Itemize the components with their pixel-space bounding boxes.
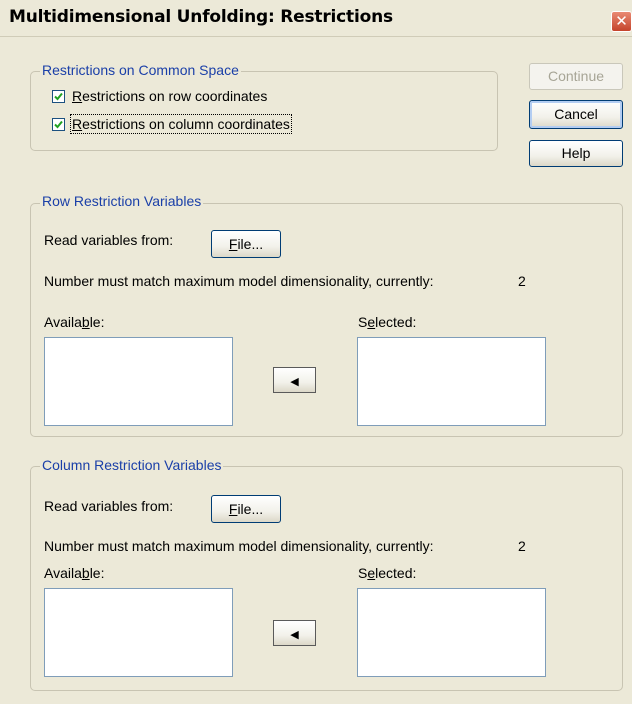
- common-space-group: [30, 71, 498, 151]
- row-restriction-legend: Row Restriction Variables: [40, 193, 204, 209]
- row-selected-label: Selected:: [358, 314, 417, 330]
- column-file-button[interactable]: File...: [211, 495, 281, 523]
- column-coordinates-checkbox[interactable]: [52, 118, 65, 131]
- column-dimensionality-text: Number must match maximum model dimensio…: [44, 538, 434, 554]
- column-selected-list[interactable]: [357, 588, 546, 677]
- column-available-label: Available:: [44, 565, 105, 581]
- window-title: Multidimensional Unfolding: Restrictions: [9, 7, 393, 27]
- row-coordinates-label-rest: estrictions on row coordinates: [82, 88, 268, 104]
- help-button[interactable]: Help: [529, 140, 623, 167]
- cancel-button[interactable]: Cancel: [529, 100, 623, 129]
- row-coordinates-label: Restrictions on row coordinates: [72, 88, 267, 104]
- row-coordinates-checkbox-row[interactable]: Restrictions on row coordinates: [52, 88, 312, 107]
- row-selected-list[interactable]: [357, 337, 546, 426]
- column-dimensionality-value: 2: [518, 538, 526, 554]
- restrictions-dialog: Multidimensional Unfolding: Restrictions…: [0, 0, 632, 704]
- column-coordinates-label-mnemonic: R: [72, 116, 83, 132]
- column-file-rest: ile...: [237, 501, 264, 517]
- row-dimensionality-value: 2: [518, 273, 526, 289]
- column-coordinates-label-rest: estrictions on column coordinates: [82, 116, 290, 132]
- title-bar[interactable]: Multidimensional Unfolding: Restrictions…: [0, 0, 632, 37]
- row-available-list[interactable]: [44, 337, 233, 426]
- row-coordinates-checkbox[interactable]: [52, 90, 65, 103]
- close-icon[interactable]: ✕: [611, 11, 632, 32]
- checkmark-icon: [54, 92, 63, 101]
- checkmark-icon: [54, 120, 63, 129]
- row-file-rest: ile...: [237, 236, 264, 252]
- row-dimensionality-text: Number must match maximum model dimensio…: [44, 273, 434, 289]
- column-coordinates-label: Restrictions on column coordinates: [70, 114, 292, 134]
- column-restriction-legend: Column Restriction Variables: [40, 457, 224, 473]
- common-space-legend: Restrictions on Common Space: [40, 62, 241, 78]
- arrow-left-icon: ◀: [290, 629, 299, 641]
- column-selected-label: Selected:: [358, 565, 417, 581]
- row-available-label: Available:: [44, 314, 105, 330]
- column-move-button[interactable]: ◀: [273, 620, 316, 646]
- continue-button[interactable]: Continue: [529, 63, 623, 90]
- row-file-button[interactable]: File...: [211, 230, 281, 258]
- column-read-label: Read variables from:: [44, 498, 174, 514]
- row-coordinates-label-mnemonic: R: [72, 88, 83, 104]
- column-available-list[interactable]: [44, 588, 233, 677]
- row-read-label: Read variables from:: [44, 232, 174, 248]
- arrow-left-icon: ◀: [290, 376, 299, 388]
- column-coordinates-checkbox-row[interactable]: Restrictions on column coordinates: [52, 114, 332, 135]
- row-move-button[interactable]: ◀: [273, 367, 316, 393]
